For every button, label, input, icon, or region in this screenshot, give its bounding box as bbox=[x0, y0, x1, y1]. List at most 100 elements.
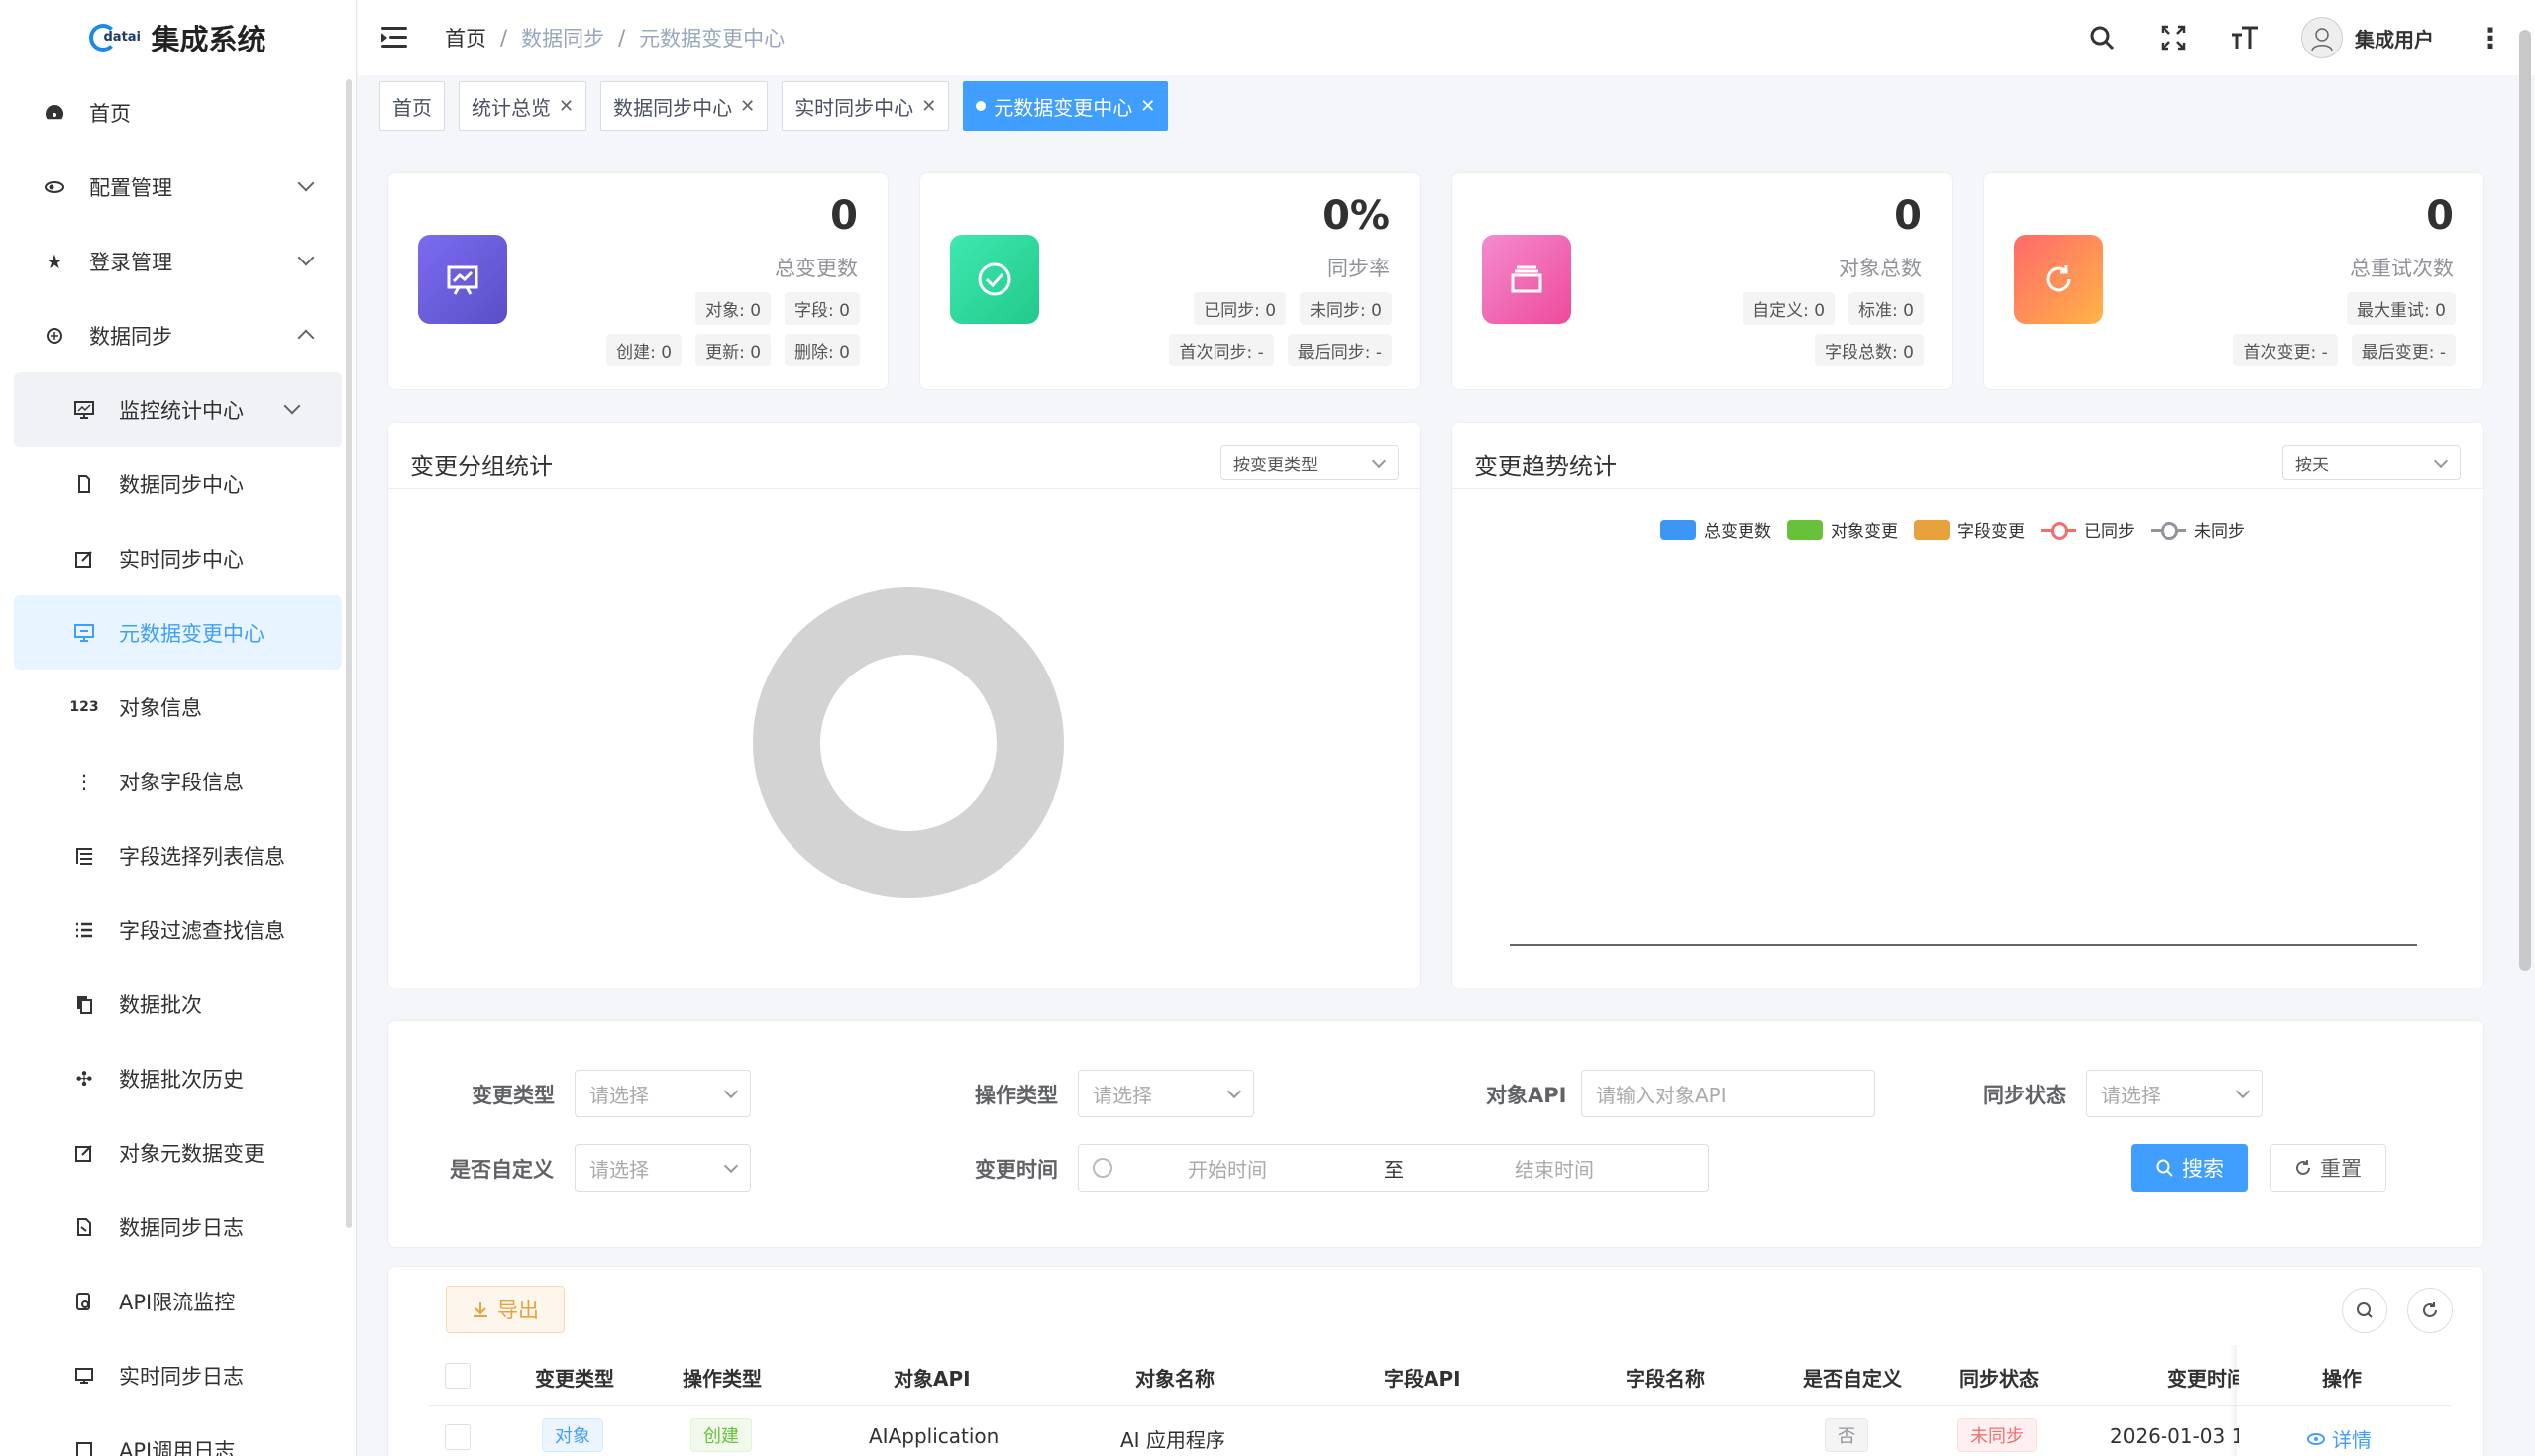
sidebar-item-home[interactable]: 首页 bbox=[0, 75, 356, 150]
page-scrollbar[interactable] bbox=[2519, 30, 2531, 971]
font-size-icon[interactable] bbox=[2230, 23, 2260, 52]
menu-toggle-icon[interactable] bbox=[381, 27, 407, 49]
sidebar-scrollbar[interactable] bbox=[346, 79, 352, 1228]
tab-metadata-center[interactable]: 元数据变更中心 ✕ bbox=[963, 81, 1169, 131]
close-icon[interactable]: ✕ bbox=[559, 96, 574, 117]
sidebar-item-filter-info[interactable]: 字段过滤查找信息 bbox=[0, 892, 356, 967]
change-type-select[interactable]: 请选择 bbox=[575, 1070, 751, 1117]
breadcrumb-home[interactable]: 首页 bbox=[445, 23, 486, 52]
stat-pill: 字段: 0 bbox=[785, 292, 860, 325]
range-separator: 至 bbox=[1384, 1157, 1404, 1182]
sidebar-item-api-log[interactable]: API调用日志 bbox=[0, 1412, 356, 1456]
donut-ring bbox=[753, 587, 1064, 898]
chevron-down-icon bbox=[723, 1158, 739, 1174]
panel-title: 变更分组统计 bbox=[410, 453, 553, 480]
sidebar-menu: 首页 配置管理 ★ 登录管理 数据同步 监控统计中心 数据同步中心 实时同步中心… bbox=[0, 75, 356, 1456]
doc-icon bbox=[71, 471, 97, 497]
cube-icon bbox=[42, 323, 67, 349]
app-title: 集成系统 bbox=[151, 23, 266, 56]
presentation-icon bbox=[418, 235, 507, 324]
sidebar-item-object-metadata-change[interactable]: 对象元数据变更 bbox=[0, 1115, 356, 1190]
stat-value: 0 bbox=[2426, 193, 2454, 239]
more-icon[interactable]: ⋮ bbox=[2476, 22, 2505, 54]
toggle-search-button[interactable] bbox=[2342, 1288, 2387, 1333]
sidebar-item-config[interactable]: 配置管理 bbox=[0, 150, 356, 224]
sidebar-item-realtime-log[interactable]: 实时同步日志 bbox=[0, 1338, 356, 1412]
sidebar-item-object-info[interactable]: 123 对象信息 bbox=[0, 670, 356, 744]
legend-item[interactable]: 字段变更 bbox=[1914, 517, 2025, 542]
sidebar-item-batch-history[interactable]: ✣ 数据批次历史 bbox=[0, 1041, 356, 1115]
breadcrumb-datasync[interactable]: 数据同步 bbox=[521, 23, 604, 52]
refresh-icon bbox=[2423, 1302, 2437, 1317]
sidebar-item-object-field-info[interactable]: ⋮ 对象字段信息 bbox=[0, 744, 356, 818]
stat-pill: 对象: 0 bbox=[695, 292, 772, 325]
start-time-input[interactable]: 开始时间 bbox=[1188, 1154, 1267, 1183]
legend-item[interactable]: 未同步 bbox=[2151, 517, 2245, 542]
sidebar-item-sync-center[interactable]: 数据同步中心 bbox=[0, 447, 356, 521]
sync-status-label: 同步状态 bbox=[1983, 1084, 2066, 1107]
select-all-checkbox[interactable] bbox=[445, 1363, 471, 1389]
sidebar-item-datasync[interactable]: 数据同步 bbox=[0, 298, 356, 372]
col-object-api: 对象API bbox=[894, 1367, 971, 1391]
stat-card-total-changes: 0 总变更数 对象: 0 字段: 0 创建: 0 更新: 0 删除: 0 bbox=[387, 172, 889, 390]
group-stats-panel: 变更分组统计 按变更类型 bbox=[387, 422, 1421, 988]
close-icon[interactable]: ✕ bbox=[921, 96, 936, 117]
detail-link[interactable]: 详情 bbox=[2306, 1424, 2372, 1453]
search-button[interactable]: 搜索 bbox=[2131, 1144, 2248, 1192]
monitor-icon bbox=[71, 620, 97, 646]
legend-item[interactable]: 对象变更 bbox=[1787, 517, 1898, 542]
close-icon[interactable]: ✕ bbox=[1140, 96, 1155, 117]
eye-icon bbox=[2307, 1432, 2325, 1445]
sidebar-item-batch[interactable]: 数据批次 bbox=[0, 967, 356, 1041]
sidebar-item-login[interactable]: ★ 登录管理 bbox=[0, 224, 356, 298]
sidebar-item-api-limit[interactable]: API限流监控 bbox=[0, 1264, 356, 1338]
gauge-icon bbox=[71, 1289, 97, 1314]
tab-stats-overview[interactable]: 统计总览 ✕ bbox=[459, 81, 587, 131]
stat-value: 0 bbox=[1894, 193, 1922, 239]
custom-badge: 否 bbox=[1825, 1418, 1868, 1452]
dashboard-icon bbox=[42, 100, 67, 126]
search-icon bbox=[2156, 1159, 2173, 1177]
tab-realtime-center[interactable]: 实时同步中心 ✕ bbox=[782, 81, 950, 131]
sync-status-select[interactable]: 请选择 bbox=[2086, 1070, 2263, 1117]
move-icon: ✣ bbox=[75, 1066, 93, 1091]
op-type-badge: 创建 bbox=[690, 1418, 752, 1452]
donut-chart bbox=[753, 587, 1064, 898]
col-sync-status: 同步状态 bbox=[1959, 1367, 2039, 1391]
date-range-picker[interactable]: 开始时间 至 结束时间 bbox=[1078, 1144, 1709, 1192]
sidebar-item-picklist-info[interactable]: 字段选择列表信息 bbox=[0, 818, 356, 892]
export-button[interactable]: 导出 bbox=[446, 1286, 565, 1333]
legend-item[interactable]: 总变更数 bbox=[1660, 517, 1771, 542]
op-type-select[interactable]: 请选择 bbox=[1078, 1070, 1254, 1117]
stat-pill: 删除: 0 bbox=[785, 334, 860, 366]
clock-icon bbox=[1093, 1158, 1112, 1178]
search-icon[interactable] bbox=[2087, 23, 2117, 52]
tab-sync-center[interactable]: 数据同步中心 ✕ bbox=[600, 81, 769, 131]
sidebar-item-sync-log[interactable]: 数据同步日志 bbox=[0, 1190, 356, 1264]
tab-home[interactable]: 首页 bbox=[379, 81, 445, 131]
fullscreen-icon[interactable] bbox=[2159, 23, 2188, 52]
stat-pill: 标准: 0 bbox=[1848, 292, 1924, 325]
sidebar-item-monitor[interactable]: 监控统计中心 bbox=[14, 372, 342, 447]
trend-by-select[interactable]: 按天 bbox=[2282, 445, 2461, 480]
end-time-input[interactable]: 结束时间 bbox=[1515, 1154, 1594, 1183]
stat-pill: 首次变更: - bbox=[2233, 334, 2338, 366]
row-checkbox[interactable] bbox=[445, 1424, 471, 1450]
object-api-input[interactable]: 请输入对象API bbox=[1581, 1070, 1875, 1117]
custom-select[interactable]: 请选择 bbox=[575, 1144, 751, 1192]
user-menu[interactable]: 集成用户 bbox=[2301, 17, 2434, 58]
edit-icon bbox=[71, 546, 97, 572]
chevron-down-icon bbox=[723, 1084, 739, 1099]
sidebar-item-realtime-center[interactable]: 实时同步中心 bbox=[0, 521, 356, 595]
search-form-panel bbox=[387, 1020, 2484, 1248]
reset-button[interactable]: 重置 bbox=[2270, 1144, 2386, 1192]
group-by-select[interactable]: 按变更类型 bbox=[1220, 445, 1399, 480]
close-icon[interactable]: ✕ bbox=[740, 96, 755, 117]
stat-label: 总变更数 bbox=[775, 257, 858, 280]
sidebar-item-metadata-center[interactable]: 元数据变更中心 bbox=[14, 595, 342, 670]
check-circle-icon bbox=[950, 235, 1039, 324]
legend-item[interactable]: 已同步 bbox=[2041, 517, 2135, 542]
refresh-table-button[interactable] bbox=[2407, 1288, 2453, 1333]
stat-pill: 未同步: 0 bbox=[1300, 292, 1392, 325]
avatar[interactable] bbox=[2301, 17, 2343, 58]
